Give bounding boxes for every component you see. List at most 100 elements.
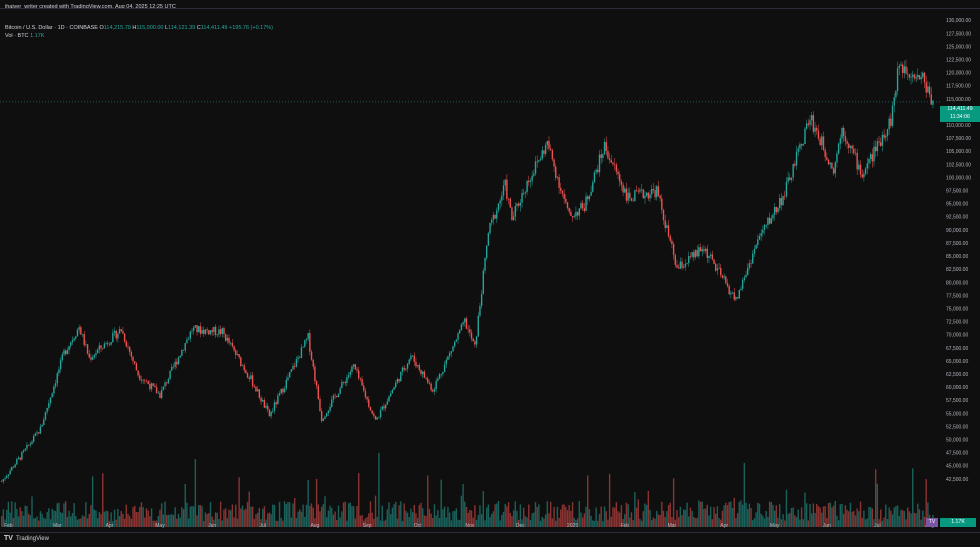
candle-body xyxy=(580,203,582,209)
volume-bar xyxy=(750,508,752,527)
volume-bar xyxy=(198,505,200,527)
volume-bar xyxy=(240,508,242,527)
volume-bar xyxy=(868,506,870,527)
volume-bar xyxy=(447,507,449,527)
candle-body xyxy=(800,144,803,146)
candle-body xyxy=(632,200,634,202)
volume-bar xyxy=(790,508,793,527)
volume-bar xyxy=(716,506,719,527)
volume-bar xyxy=(282,520,284,527)
candle-body xyxy=(645,192,648,196)
volume-label[interactable]: Vol · BTC xyxy=(5,33,29,39)
candle-body xyxy=(826,157,828,160)
volume-bar xyxy=(440,479,442,527)
volume-bar xyxy=(44,518,47,527)
candle-body xyxy=(469,329,471,333)
volume-bar xyxy=(80,518,82,527)
volume-bars xyxy=(0,452,934,527)
candle-body xyxy=(393,387,395,391)
candle-body xyxy=(66,350,69,355)
candle-body xyxy=(485,245,488,259)
symbol-label[interactable]: Bitcoin / U.S. Dollar · 1D · COINBASE xyxy=(5,25,98,31)
candle-body xyxy=(880,142,882,146)
volume-bar xyxy=(649,509,651,527)
volume-legend[interactable]: Vol · BTC 1.17K xyxy=(5,33,44,39)
candle-body xyxy=(31,441,33,444)
volume-bar xyxy=(250,506,252,527)
candle-body xyxy=(910,76,912,78)
candle-body xyxy=(182,350,185,351)
chart-area[interactable]: 130,000.00 127,500.00 125,000.00 122,500.00… xyxy=(0,8,980,531)
candle-body xyxy=(270,411,272,417)
volume-bar xyxy=(452,511,454,527)
candle-body xyxy=(733,292,735,300)
volume-bar xyxy=(637,499,639,527)
candle-body xyxy=(187,338,190,340)
volume-bar xyxy=(391,507,394,527)
volume-bar xyxy=(46,511,48,527)
candle-body xyxy=(27,444,30,446)
candle-body xyxy=(773,207,776,215)
ohlc-legend[interactable]: Bitcoin / U.S. Dollar · 1D · COINBASE O1… xyxy=(5,25,273,31)
volume-bar xyxy=(218,519,220,527)
candle-body xyxy=(741,279,744,289)
volume-bar xyxy=(320,506,323,527)
candle-body xyxy=(176,361,178,365)
candle-body xyxy=(886,129,889,137)
candle-body xyxy=(652,189,655,191)
candle-body xyxy=(711,254,714,260)
candle-body xyxy=(491,219,493,223)
volume-bar xyxy=(81,515,84,527)
candle-body xyxy=(839,138,842,144)
volume-bar xyxy=(745,502,747,527)
candle-body xyxy=(337,393,340,397)
candle-body xyxy=(619,174,621,182)
volume-bar xyxy=(137,512,139,527)
candle-body xyxy=(96,349,99,354)
candle-body xyxy=(878,141,880,143)
candle-body xyxy=(24,448,26,451)
volume-bar xyxy=(499,520,501,527)
candle-body xyxy=(588,195,591,200)
volume-bar xyxy=(560,509,562,527)
candle-body xyxy=(876,141,879,152)
volume-bar xyxy=(196,515,198,527)
candle-body xyxy=(928,86,931,95)
candle-body xyxy=(93,355,96,358)
volume-bar xyxy=(603,506,606,527)
candle-body xyxy=(88,353,90,358)
candle-body xyxy=(922,72,924,78)
x-tick-label: Jun xyxy=(823,523,831,529)
candle-body xyxy=(836,153,838,163)
volume-bar xyxy=(592,520,594,527)
volume-bar xyxy=(290,517,293,527)
candle-body xyxy=(753,248,756,254)
y-tick-label: 42,500.00 xyxy=(946,477,968,483)
tradingview-logo[interactable]: TV TradingView xyxy=(4,535,49,542)
volume-bar xyxy=(248,491,250,527)
candle-body xyxy=(240,357,242,366)
volume-bar xyxy=(703,508,705,527)
volume-bar xyxy=(711,519,714,527)
candle-body xyxy=(869,154,872,159)
candle-body xyxy=(553,159,555,167)
y-tick-label: 102,500.00 xyxy=(946,162,971,168)
candle-body xyxy=(238,354,240,358)
volume-bar xyxy=(0,516,3,527)
volume-bar xyxy=(494,504,496,527)
volume-bar xyxy=(866,518,868,527)
volume-bar xyxy=(88,513,90,527)
volume-bar xyxy=(63,503,65,527)
candle-body xyxy=(145,381,148,382)
candle-body xyxy=(32,435,35,442)
candlestick-chart[interactable]: 130,000.00 127,500.00 125,000.00 122,500.00… xyxy=(0,9,980,531)
volume-bar xyxy=(598,513,601,527)
candle-body xyxy=(443,364,446,373)
volume-bar xyxy=(122,513,124,527)
volume-bar xyxy=(489,516,491,527)
volume-bar xyxy=(381,505,383,527)
candle-body xyxy=(467,328,469,330)
volume-bar xyxy=(204,512,207,527)
candle-body xyxy=(351,366,353,372)
volume-bar xyxy=(501,514,503,527)
